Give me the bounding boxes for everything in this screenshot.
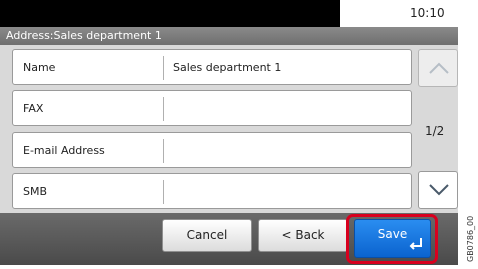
scroll-down-button[interactable]	[418, 171, 458, 209]
name-value: Sales department 1	[173, 61, 282, 74]
row-divider	[163, 56, 164, 80]
save-label: Save	[377, 227, 408, 241]
page-indicator: 1/2	[425, 124, 445, 138]
enter-icon	[409, 238, 422, 250]
clock: 10:10	[410, 6, 445, 20]
cancel-button[interactable]: Cancel	[162, 219, 252, 252]
back-button[interactable]: < Back	[258, 219, 348, 252]
email-address-label: E-mail Address	[23, 144, 105, 157]
row-divider	[163, 180, 164, 204]
scroll-up-button[interactable]	[418, 49, 458, 87]
page-title: Address:Sales department 1	[6, 29, 162, 42]
row-divider	[163, 97, 164, 121]
smb-row[interactable]: SMB	[12, 173, 412, 209]
name-label: Name	[23, 61, 56, 74]
address-detail-panel: Name Sales department 1 FAX E-mail Addre…	[0, 45, 458, 213]
email-address-row[interactable]: E-mail Address	[12, 132, 412, 168]
fax-row[interactable]: FAX	[12, 90, 412, 126]
smb-label: SMB	[23, 185, 48, 198]
name-row[interactable]: Name Sales department 1	[12, 49, 412, 85]
chevron-up-icon	[429, 62, 449, 74]
figure-code: GB0786_00	[466, 215, 475, 262]
chevron-down-icon	[429, 184, 449, 196]
fax-label: FAX	[23, 102, 44, 115]
title-bar: Address:Sales department 1	[0, 27, 458, 45]
row-divider	[163, 139, 164, 163]
